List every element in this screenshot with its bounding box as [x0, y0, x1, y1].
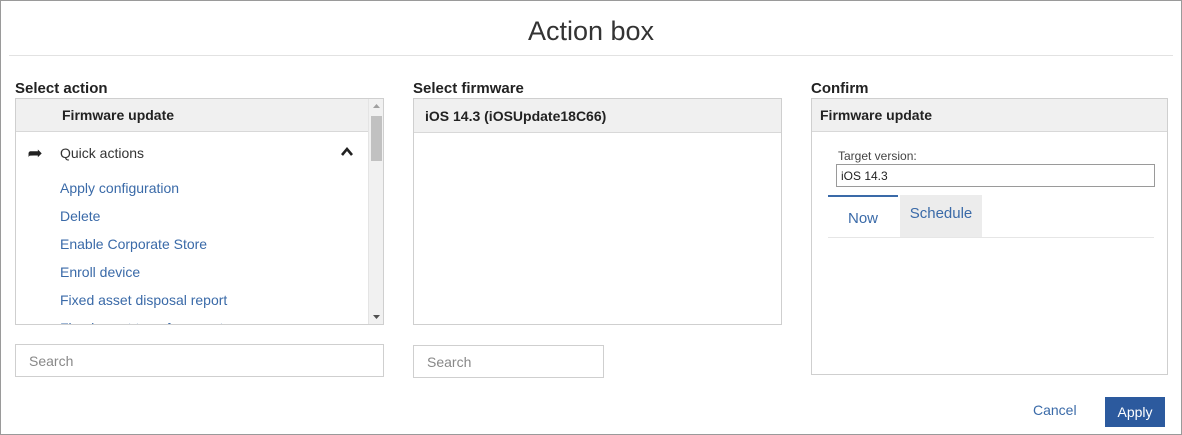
- action-item-enroll-device[interactable]: Enroll device: [16, 258, 368, 286]
- action-search-input[interactable]: [15, 344, 384, 377]
- confirm-panel: Firmware update Target version: Now Sche…: [811, 98, 1168, 375]
- scroll-up-icon[interactable]: [369, 99, 384, 114]
- tab-now[interactable]: Now: [828, 195, 898, 237]
- select-action-label: Select action: [15, 80, 108, 97]
- chevron-up-icon[interactable]: [340, 145, 354, 159]
- scroll-down-icon[interactable]: [369, 309, 384, 324]
- schedule-tabs: Now Schedule: [828, 195, 1154, 238]
- action-item-apply-configuration[interactable]: Apply configuration: [16, 174, 368, 202]
- confirm-header: Firmware update: [812, 99, 1167, 132]
- scroll-thumb[interactable]: [371, 116, 382, 161]
- quick-actions-label: Quick actions: [60, 145, 145, 161]
- action-list-panel: Firmware update ➦ Quick actions Apply co…: [15, 98, 384, 325]
- quick-actions-group[interactable]: ➦ Quick actions: [16, 132, 368, 174]
- cancel-button[interactable]: Cancel: [1033, 402, 1077, 418]
- action-item-fixed-asset-disposal-report[interactable]: Fixed asset disposal report: [16, 286, 368, 314]
- action-list: Firmware update ➦ Quick actions Apply co…: [16, 99, 368, 324]
- action-box-dialog: Action box Select action Firmware update…: [0, 0, 1182, 435]
- selected-action-header[interactable]: Firmware update: [16, 99, 368, 132]
- firmware-item[interactable]: iOS 14.3 (iOSUpdate18C66): [414, 99, 781, 133]
- apply-button[interactable]: Apply: [1105, 397, 1165, 427]
- action-item-fixed-asset-transfer-report[interactable]: Fixed asset transfer report: [16, 314, 368, 324]
- target-version-field[interactable]: [836, 164, 1155, 187]
- confirm-label: Confirm: [811, 80, 869, 97]
- tab-schedule[interactable]: Schedule: [900, 195, 982, 237]
- firmware-list-panel: iOS 14.3 (iOSUpdate18C66): [413, 98, 782, 325]
- target-version-label: Target version:: [838, 149, 917, 163]
- action-list-scrollbar[interactable]: [368, 99, 383, 324]
- select-firmware-label: Select firmware: [413, 80, 524, 97]
- action-item-delete[interactable]: Delete: [16, 202, 368, 230]
- action-item-enable-corporate-store[interactable]: Enable Corporate Store: [16, 230, 368, 258]
- firmware-search-input[interactable]: [413, 345, 604, 378]
- share-arrow-icon: ➦: [27, 143, 43, 163]
- dialog-title: Action box: [527, 16, 655, 46]
- title-divider: [9, 55, 1173, 56]
